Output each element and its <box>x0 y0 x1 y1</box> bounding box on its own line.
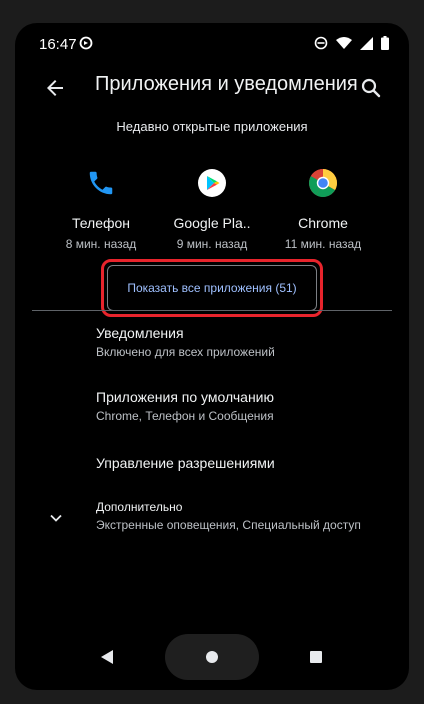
chrome-icon <box>305 165 341 201</box>
device-frame: 16:47 Приложения и уведомления Недавно о… <box>0 0 424 704</box>
recent-app-name: Google Pla.. <box>173 215 251 231</box>
nav-home-button[interactable] <box>165 634 259 680</box>
settings-item-subtitle: Экстренные оповещения, Специальный досту… <box>96 518 361 532</box>
divider <box>32 310 392 311</box>
settings-item-permissions[interactable]: Управление разрешениями <box>15 453 409 483</box>
phone-icon <box>83 165 119 201</box>
recent-app-time: 8 мин. назад <box>65 237 137 251</box>
recent-app-google-play[interactable]: Google Pla.. 9 мин. назад <box>152 165 272 251</box>
settings-item-notifications[interactable]: Уведомления Включено для всех приложений <box>15 323 409 369</box>
dnd-icon <box>314 36 328 50</box>
wifi-icon <box>336 36 352 49</box>
settings-item-title: Дополнительно <box>96 500 183 514</box>
settings-item-advanced[interactable]: Дополнительно Экстренные оповещения, Спе… <box>15 500 409 540</box>
screen: 16:47 Приложения и уведомления Недавно о… <box>15 23 409 690</box>
signal-icon <box>360 36 373 50</box>
recent-app-time: 11 мин. назад <box>284 237 362 251</box>
navigation-bar <box>15 630 409 690</box>
settings-item-title: Приложения по умолчанию <box>96 389 274 405</box>
search-icon[interactable] <box>359 76 383 100</box>
recent-app-time: 9 мин. назад <box>176 237 248 251</box>
recent-app-chrome[interactable]: Chrome 11 мин. назад <box>263 165 383 251</box>
arrow-back-icon[interactable] <box>43 76 67 100</box>
battery-icon <box>381 36 389 50</box>
settings-item-subtitle: Включено для всех приложений <box>96 345 275 359</box>
recent-app-phone[interactable]: Телефон 8 мин. назад <box>41 165 161 251</box>
recent-app-name: Chrome <box>298 215 348 231</box>
settings-item-subtitle: Chrome, Телефон и Сообщения <box>96 409 274 423</box>
show-all-apps-button[interactable]: Показать все приложения (51) <box>107 265 317 311</box>
chevron-down-icon <box>50 514 62 522</box>
settings-item-title: Управление разрешениями <box>96 455 275 471</box>
settings-item-title: Уведомления <box>96 325 184 341</box>
sync-icon <box>79 36 93 50</box>
recent-app-name: Телефон <box>71 215 131 231</box>
page-title: Приложения и уведомления <box>95 73 358 95</box>
nav-back-icon[interactable] <box>99 649 115 665</box>
google-play-icon <box>194 165 230 201</box>
recent-apps-header: Недавно открытые приложения <box>116 119 308 134</box>
app-bar: Приложения и уведомления <box>15 63 409 113</box>
recent-apps: Телефон 8 мин. назад Google Pla.. 9 мин.… <box>15 165 409 255</box>
status-time: 16:47 <box>39 36 77 53</box>
home-icon <box>206 651 218 663</box>
status-bar: 16:47 <box>15 23 409 63</box>
settings-item-default-apps[interactable]: Приложения по умолчанию Chrome, Телефон … <box>15 387 409 433</box>
status-icons <box>314 36 389 50</box>
nav-recents-icon[interactable] <box>310 651 322 663</box>
